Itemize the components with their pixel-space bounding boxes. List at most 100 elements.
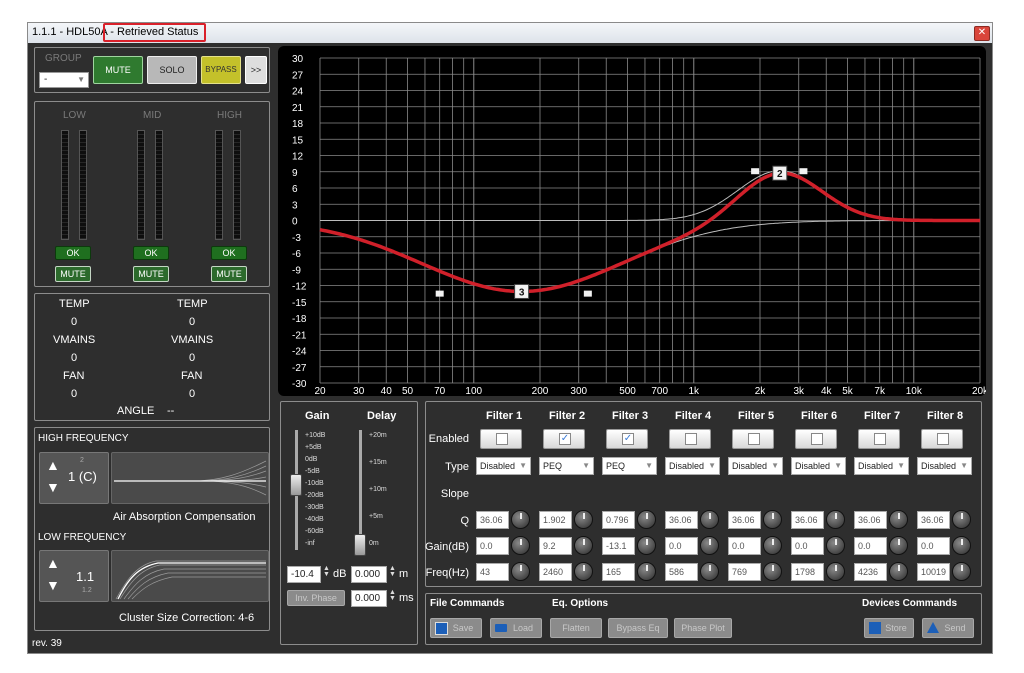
checkbox-empty[interactable] xyxy=(937,433,949,445)
low-frequency-stepper[interactable]: ▲ ▼ 1.1 1.2 xyxy=(39,550,109,602)
filter-freq-input[interactable]: 165 xyxy=(602,563,635,581)
delay-slider-handle[interactable] xyxy=(354,534,366,556)
filter-freq-knob[interactable] xyxy=(637,562,656,581)
flatten-button[interactable]: Flatten xyxy=(550,618,602,638)
filter-gain-knob[interactable] xyxy=(637,536,656,555)
filter-gain-input[interactable]: 9.2 xyxy=(539,537,572,555)
phase-plot-button[interactable]: Phase Plot xyxy=(674,618,732,638)
filter-type-select[interactable]: Disabled ▼ xyxy=(476,457,531,475)
mute-button-high[interactable]: MUTE xyxy=(211,266,247,282)
save-button[interactable]: Save xyxy=(430,618,482,638)
filter-gain-input[interactable]: -13.1 xyxy=(602,537,635,555)
filter-freq-knob[interactable] xyxy=(826,562,845,581)
mute-button-mid[interactable]: MUTE xyxy=(133,266,169,282)
filter-gain-knob[interactable] xyxy=(574,536,593,555)
delay-m-spin-icon[interactable]: ▲ ▼ xyxy=(389,565,396,578)
filter-q-knob[interactable] xyxy=(826,510,845,529)
filter-gain-knob[interactable] xyxy=(952,536,971,555)
delay-m-input[interactable]: 0.000 xyxy=(351,566,387,583)
checkbox-empty[interactable] xyxy=(496,433,508,445)
filter-q-input[interactable]: 36.06 xyxy=(476,511,509,529)
filter-q-input[interactable]: 36.06 xyxy=(791,511,824,529)
mute-button-low[interactable]: MUTE xyxy=(55,266,91,282)
inv-phase-button[interactable]: Inv. Phase xyxy=(287,590,345,606)
delay-slider-track[interactable] xyxy=(359,430,362,550)
arrow-up-icon[interactable]: ▲ xyxy=(46,555,60,571)
filter-enabled-toggle[interactable]: ✓ xyxy=(606,429,648,449)
filter-freq-knob[interactable] xyxy=(700,562,719,581)
group-bypass-button[interactable]: BYPASS xyxy=(201,56,241,84)
filter-q-input[interactable]: 36.06 xyxy=(665,511,698,529)
filter-q-input[interactable]: 0.796 xyxy=(602,511,635,529)
filter-enabled-toggle[interactable] xyxy=(669,429,711,449)
filter-freq-input[interactable]: 10019 xyxy=(917,563,950,581)
filter-q-input[interactable]: 36.06 xyxy=(728,511,761,529)
filter-gain-input[interactable]: 0.0 xyxy=(854,537,887,555)
filter-q-input[interactable]: 36.06 xyxy=(854,511,887,529)
close-button[interactable]: ✕ xyxy=(974,26,990,41)
filter-freq-knob[interactable] xyxy=(763,562,782,581)
filter-gain-input[interactable]: 0.0 xyxy=(476,537,509,555)
checkbox-empty[interactable] xyxy=(748,433,760,445)
bypass-eq-button[interactable]: Bypass Eq xyxy=(608,618,668,638)
filter-q-knob[interactable] xyxy=(637,510,656,529)
filter-gain-knob[interactable] xyxy=(826,536,845,555)
filter-gain-knob[interactable] xyxy=(700,536,719,555)
filter-freq-knob[interactable] xyxy=(511,562,530,581)
filter-enabled-toggle[interactable] xyxy=(858,429,900,449)
checkbox-empty[interactable] xyxy=(685,433,697,445)
filter-gain-knob[interactable] xyxy=(889,536,908,555)
group-mute-button[interactable]: MUTE xyxy=(93,56,143,84)
checkbox-empty[interactable] xyxy=(874,433,886,445)
gain-spin-icon[interactable]: ▲ ▼ xyxy=(323,565,330,578)
filter-type-select[interactable]: Disabled ▼ xyxy=(665,457,720,475)
filter-freq-knob[interactable] xyxy=(574,562,593,581)
arrow-down-icon[interactable]: ▼ xyxy=(46,479,60,495)
high-frequency-stepper[interactable]: ▲ ▼ 2 1 (C) xyxy=(39,452,109,504)
checkbox-empty[interactable] xyxy=(811,433,823,445)
eq-response-plot[interactable]: 30 27 24 21 18 15 12 9 6 3 0 -3 -6 -9 -12 -15 -18 -21 -24-… xyxy=(278,46,986,396)
delay-ms-spin-icon[interactable]: ▲ ▼ xyxy=(389,589,396,602)
filter-q-knob[interactable] xyxy=(952,510,971,529)
filter-enabled-toggle[interactable] xyxy=(795,429,837,449)
filter-gain-input[interactable]: 0.0 xyxy=(917,537,950,555)
store-button[interactable]: Store xyxy=(864,618,914,638)
filter-type-select[interactable]: Disabled ▼ xyxy=(728,457,783,475)
load-button[interactable]: Load xyxy=(490,618,542,638)
filter-q-input[interactable]: 1.902 xyxy=(539,511,572,529)
delay-ms-input[interactable]: 0.000 xyxy=(351,590,387,607)
filter-freq-knob[interactable] xyxy=(952,562,971,581)
filter-gain-input[interactable]: 0.0 xyxy=(665,537,698,555)
filter-gain-knob[interactable] xyxy=(763,536,782,555)
filter-enabled-toggle[interactable] xyxy=(480,429,522,449)
arrow-up-icon[interactable]: ▲ xyxy=(46,457,60,473)
filter-q-input[interactable]: 36.06 xyxy=(917,511,950,529)
more-button[interactable]: >> xyxy=(245,56,267,84)
filter-q-knob[interactable] xyxy=(700,510,719,529)
filter-type-select[interactable]: Disabled ▼ xyxy=(917,457,972,475)
send-button[interactable]: Send xyxy=(922,618,974,638)
filter-q-knob[interactable] xyxy=(511,510,530,529)
group-solo-button[interactable]: SOLO xyxy=(147,56,197,84)
filter-gain-input[interactable]: 0.0 xyxy=(791,537,824,555)
filter-freq-input[interactable]: 2460 xyxy=(539,563,572,581)
filter-enabled-toggle[interactable]: ✓ xyxy=(543,429,585,449)
filter-gain-knob[interactable] xyxy=(511,536,530,555)
filter-q-knob[interactable] xyxy=(889,510,908,529)
checkmark-icon[interactable]: ✓ xyxy=(622,433,634,445)
filter-type-select[interactable]: PEQ ▼ xyxy=(602,457,657,475)
filter-enabled-toggle[interactable] xyxy=(921,429,963,449)
filter-freq-input[interactable]: 4236 xyxy=(854,563,887,581)
filter-type-select[interactable]: PEQ ▼ xyxy=(539,457,594,475)
filter-freq-knob[interactable] xyxy=(889,562,908,581)
filter-gain-input[interactable]: 0.0 xyxy=(728,537,761,555)
filter-type-select[interactable]: Disabled ▼ xyxy=(854,457,909,475)
checkmark-icon[interactable]: ✓ xyxy=(559,433,571,445)
eq-graph[interactable]: 302724211815129630-3-6-9-12-15-18-21-24-… xyxy=(278,46,986,396)
filter-q-knob[interactable] xyxy=(763,510,782,529)
gain-slider-handle[interactable] xyxy=(290,474,302,496)
filter-freq-input[interactable]: 769 xyxy=(728,563,761,581)
group-select[interactable]: - ▼ xyxy=(39,72,89,88)
filter-freq-input[interactable]: 1798 xyxy=(791,563,824,581)
filter-q-knob[interactable] xyxy=(574,510,593,529)
